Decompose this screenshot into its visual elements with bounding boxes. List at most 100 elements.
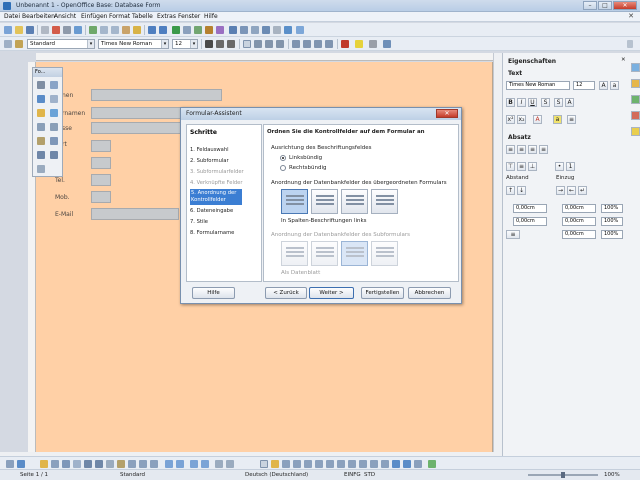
snap-to-grid-icon[interactable] — [226, 460, 234, 468]
list-box-icon[interactable] — [37, 123, 45, 131]
align-right-icon[interactable]: ≡ — [528, 145, 537, 154]
control-properties-icon[interactable] — [40, 460, 48, 468]
open-icon[interactable] — [15, 26, 23, 34]
layout-blocks-button[interactable] — [371, 189, 398, 214]
chevron-down-icon[interactable]: ▾ — [87, 40, 94, 48]
menu-einfuegen[interactable]: Einfügen — [81, 13, 107, 20]
menu-ansicht[interactable]: Ansicht — [54, 13, 76, 20]
space-above-input[interactable]: 0,00cm — [513, 204, 547, 213]
apply-style-icon[interactable] — [15, 40, 23, 48]
zoom-slider-handle[interactable] — [561, 472, 565, 478]
align-right-radio[interactable] — [280, 165, 286, 171]
option-button-icon[interactable] — [50, 109, 58, 117]
shrink-font-icon[interactable]: a — [610, 81, 619, 90]
decrease-indent-icon[interactable] — [314, 40, 322, 48]
more-controls-icon[interactable] — [50, 137, 58, 145]
italic-icon[interactable]: I — [517, 98, 526, 107]
bullets-icon[interactable]: • — [555, 162, 564, 171]
find-icon[interactable] — [229, 26, 237, 34]
navigation-bar-icon[interactable] — [428, 460, 436, 468]
minimize-button[interactable]: – — [583, 1, 597, 10]
table-icon[interactable] — [183, 26, 191, 34]
layout-columns-labels-top-button[interactable] — [311, 189, 338, 214]
outline-icon[interactable]: A — [565, 98, 574, 107]
chevron-down-icon[interactable]: ▾ — [190, 40, 197, 48]
spellcheck-icon[interactable] — [89, 26, 97, 34]
font-name-combo[interactable]: Times New Roman ▾ — [98, 39, 169, 49]
time-field-icon[interactable] — [337, 460, 345, 468]
align-top-icon[interactable]: ⊤ — [506, 162, 515, 171]
text-box-icon[interactable] — [50, 95, 58, 103]
chevron-down-icon[interactable]: ▾ — [161, 40, 168, 48]
menu-format[interactable]: Format — [109, 13, 130, 20]
pattern-field-icon[interactable] — [370, 460, 378, 468]
back-button[interactable]: < Zurück — [265, 287, 307, 299]
cut-icon[interactable] — [100, 26, 108, 34]
form-field[interactable] — [91, 191, 111, 203]
font-color-icon[interactable]: A — [533, 115, 542, 124]
ungroup-icon[interactable] — [176, 460, 184, 468]
save-icon[interactable] — [26, 26, 34, 34]
form-field[interactable] — [91, 89, 222, 101]
automatic-focus-icon[interactable] — [106, 460, 114, 468]
enter-group-icon[interactable] — [190, 460, 198, 468]
step-field-selection[interactable]: 1. Feldauswahl — [190, 147, 229, 153]
navigator-icon[interactable] — [240, 26, 248, 34]
underline-icon[interactable] — [227, 40, 235, 48]
preview-icon[interactable] — [74, 26, 82, 34]
form-field[interactable] — [91, 140, 111, 152]
copy-icon[interactable] — [111, 26, 119, 34]
step-form-name[interactable]: 8. Formularname — [190, 230, 234, 236]
list-box-icon[interactable] — [315, 460, 323, 468]
menu-extras[interactable]: Extras — [157, 13, 176, 20]
menu-hilfe[interactable]: Hilfe — [204, 13, 218, 20]
label-field-icon[interactable] — [37, 137, 45, 145]
superscript-icon[interactable]: x² — [506, 115, 515, 124]
edit-icon[interactable] — [41, 26, 49, 34]
align-middle-icon[interactable]: ≡ — [517, 162, 526, 171]
next-button[interactable]: Weiter > — [309, 287, 354, 299]
anchor-icon[interactable] — [128, 460, 136, 468]
strikethrough-icon[interactable]: S — [541, 98, 550, 107]
combo-box-icon[interactable] — [304, 460, 312, 468]
zoom-percent-input[interactable]: 100% — [601, 204, 623, 213]
gallery-tab-icon[interactable] — [631, 95, 640, 104]
cancel-button[interactable]: Abbrechen — [408, 287, 451, 299]
styles-icon[interactable] — [4, 40, 12, 48]
push-button-icon[interactable] — [37, 109, 45, 117]
select-icon[interactable] — [37, 81, 45, 89]
menu-datei[interactable]: Datei — [4, 13, 20, 20]
tab-order-icon[interactable] — [62, 460, 70, 468]
align-right-icon[interactable] — [265, 40, 273, 48]
more-options-icon[interactable] — [383, 40, 391, 48]
redo-icon[interactable] — [159, 26, 167, 34]
nonprinting-chars-icon[interactable] — [273, 26, 281, 34]
gallery-icon[interactable] — [251, 26, 259, 34]
language-indicator[interactable]: Deutsch (Deutschland) — [245, 472, 308, 478]
step-subform[interactable]: 2. Subformular — [190, 158, 229, 164]
font-size-combo[interactable]: 12 ▾ — [172, 39, 198, 49]
space-below-input[interactable]: 0,00cm — [513, 217, 547, 226]
paragraph-style-combo[interactable]: Standard ▾ — [27, 39, 95, 49]
position-size-icon[interactable] — [117, 460, 125, 468]
align-left-icon[interactable]: ≡ — [506, 145, 515, 154]
align-center-icon[interactable] — [254, 40, 262, 48]
background-color-icon[interactable] — [369, 40, 377, 48]
help-button[interactable]: Hilfe — [192, 287, 235, 299]
form-navigator-icon[interactable] — [84, 460, 92, 468]
italic-icon[interactable] — [216, 40, 224, 48]
toolbar-overflow-icon[interactable] — [627, 40, 633, 48]
checkbox-icon[interactable] — [37, 95, 45, 103]
image-button-icon[interactable] — [392, 460, 400, 468]
align-left-radio[interactable] — [280, 155, 286, 161]
selection-mode-indicator[interactable]: STD — [364, 472, 375, 478]
arrange-icon[interactable] — [150, 460, 158, 468]
wizard-on-off-icon[interactable] — [271, 460, 279, 468]
zoom-icon[interactable] — [284, 26, 292, 34]
paragraph-section-header[interactable]: Absatz — [508, 134, 531, 141]
functions-tab-icon[interactable] — [631, 127, 640, 136]
format-paintbrush-icon[interactable] — [133, 26, 141, 34]
form-field[interactable] — [91, 157, 111, 169]
export-pdf-icon[interactable] — [52, 26, 60, 34]
undo-icon[interactable] — [148, 26, 156, 34]
